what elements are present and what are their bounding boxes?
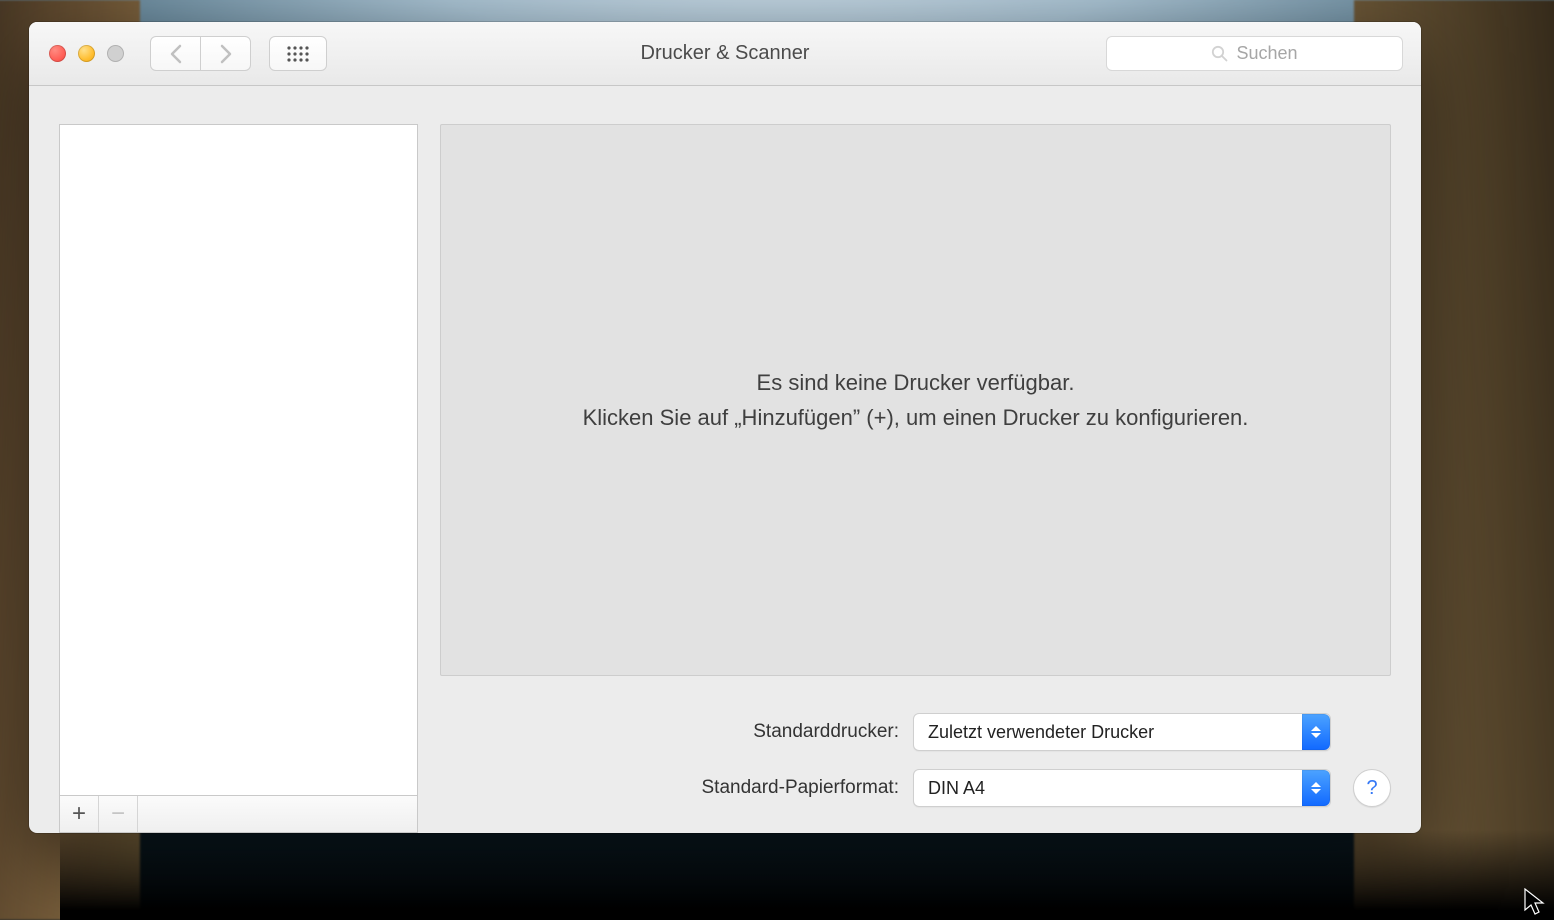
titlebar: Drucker & Scanner Suchen [29, 22, 1421, 86]
select-stepper-icon [1302, 770, 1330, 806]
printer-list[interactable] [59, 124, 418, 795]
default-printer-label: Standarddrucker: [753, 721, 899, 743]
help-button[interactable]: ? [1353, 769, 1391, 807]
default-printer-select[interactable]: Zuletzt verwendeter Drucker [913, 713, 1331, 751]
close-button[interactable] [49, 45, 66, 62]
empty-line-2: Klicken Sie auf „Hinzufügen” (+), um ein… [583, 400, 1249, 435]
empty-line-1: Es sind keine Drucker verfügbar. [583, 365, 1249, 400]
preferences-window: Drucker & Scanner Suchen + − Es sind kei… [29, 22, 1421, 833]
zoom-button [107, 45, 124, 62]
paper-size-select[interactable]: DIN A4 [913, 769, 1331, 807]
back-button[interactable] [150, 36, 201, 71]
grid-icon [287, 46, 309, 62]
search-input[interactable]: Suchen [1106, 36, 1403, 71]
printer-detail-panel: Es sind keine Drucker verfügbar. Klicken… [440, 124, 1391, 676]
search-icon [1211, 45, 1228, 62]
chevron-left-icon [169, 44, 183, 64]
window-body: + − Es sind keine Drucker verfügbar. Kli… [29, 86, 1421, 833]
default-printer-value: Zuletzt verwendeter Drucker [914, 722, 1154, 743]
chevron-right-icon [219, 44, 233, 64]
paper-size-label: Standard-Papierformat: [702, 777, 900, 799]
default-settings: Standarddrucker: Zuletzt verwendeter Dru… [29, 713, 1421, 807]
minimize-button[interactable] [78, 45, 95, 62]
select-stepper-icon [1302, 714, 1330, 750]
show-all-button[interactable] [269, 36, 327, 71]
paper-size-value: DIN A4 [914, 778, 985, 799]
window-controls [49, 45, 124, 62]
forward-button [200, 36, 251, 71]
empty-state: Es sind keine Drucker verfügbar. Klicken… [583, 365, 1249, 435]
search-placeholder: Suchen [1236, 43, 1297, 64]
nav-buttons [150, 36, 251, 71]
help-icon: ? [1366, 777, 1377, 800]
cursor-icon [1524, 888, 1546, 916]
